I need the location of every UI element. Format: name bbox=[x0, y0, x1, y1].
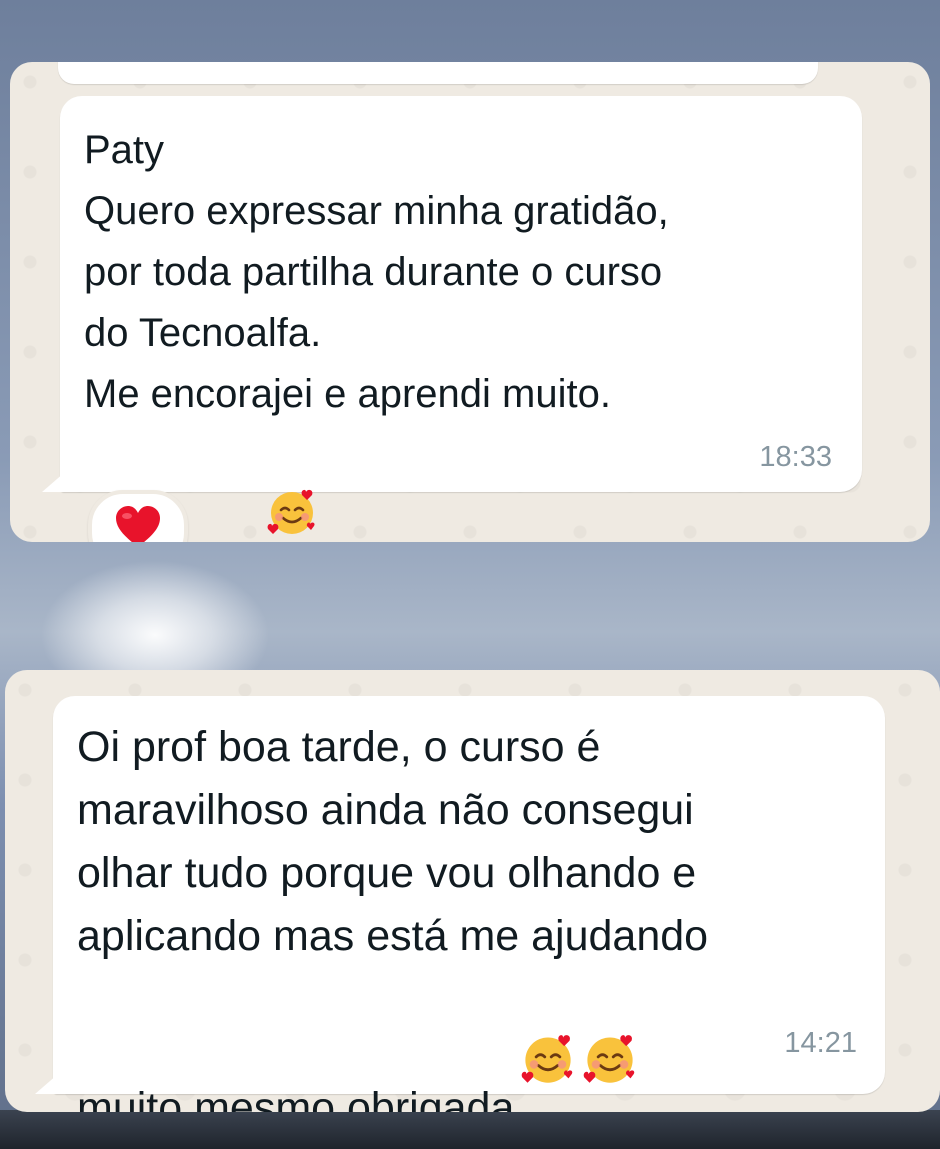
red-heart-icon bbox=[114, 505, 162, 542]
smiling-face-with-hearts-icon bbox=[582, 968, 638, 1112]
chat-panel-2: Oi prof boa tarde, o curso é maravilhoso… bbox=[5, 670, 940, 1112]
message-sender: Paty bbox=[84, 128, 165, 172]
background-ground bbox=[0, 1110, 940, 1149]
message-content: Oi prof boa tarde, o curso é maravilhoso… bbox=[77, 716, 857, 1112]
previous-message-bubble bbox=[58, 62, 818, 84]
bubble-tail bbox=[35, 1068, 65, 1094]
message-timestamp: 18:33 bbox=[759, 441, 832, 473]
bubble-tail bbox=[42, 466, 72, 492]
message-reaction[interactable] bbox=[88, 490, 188, 542]
smiling-face-with-hearts-icon bbox=[266, 425, 318, 542]
message-bubble[interactable]: Oi prof boa tarde, o curso é maravilhoso… bbox=[35, 696, 885, 1112]
message-content: Paty Quero expressar minha gratidão, por… bbox=[84, 120, 804, 542]
smiling-face-with-hearts-icon bbox=[520, 968, 576, 1112]
message-timestamp: 14:21 bbox=[784, 1027, 857, 1059]
chat-panel-1: Paty Quero expressar minha gratidão, por… bbox=[10, 62, 930, 542]
message-text: Quero expressar minha gratidão, por toda… bbox=[84, 189, 669, 542]
message-bubble[interactable]: Paty Quero expressar minha gratidão, por… bbox=[42, 96, 862, 542]
